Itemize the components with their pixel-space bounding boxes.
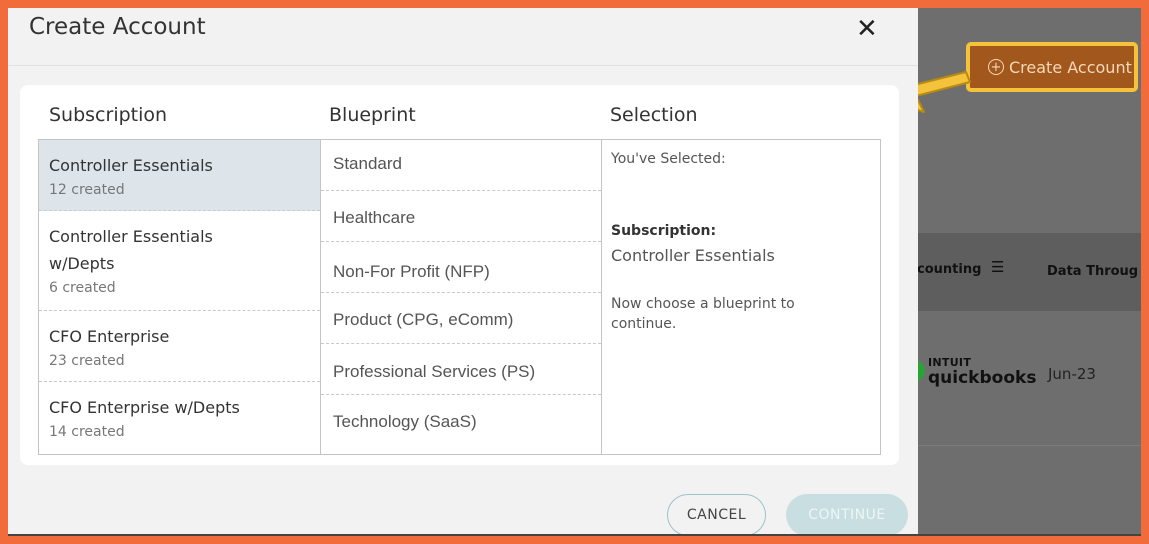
title-divider <box>8 65 918 66</box>
screenshot-frame: counting ☰ Data Throug INTUIT quickbooks… <box>8 8 1141 536</box>
column-header-data-through[interactable]: Data Throug <box>1047 264 1138 279</box>
selection-subscription-label: Subscription: <box>611 223 717 239</box>
subscription-item-controller-essentials[interactable]: Controller Essentials 12 created <box>39 140 320 211</box>
subscription-name: CFO Enterprise <box>49 327 170 346</box>
table-row-divider <box>913 445 1141 446</box>
blueprint-item-product[interactable]: Product (CPG, eComm) <box>321 293 601 344</box>
column-header-accounting[interactable]: counting <box>917 262 981 277</box>
blueprint-item-nfp[interactable]: Non-For Profit (NFP) <box>321 242 601 293</box>
data-through-value: Jun-23 <box>1048 365 1096 383</box>
modal-title: Create Account <box>29 14 206 40</box>
create-account-button[interactable]: + Create Account <box>966 42 1138 92</box>
subscription-name: Controller Essentials w/Depts <box>49 227 213 273</box>
selection-column-header: Selection <box>610 104 698 126</box>
subscription-item-cfo-enterprise-depts[interactable]: CFO Enterprise w/Depts 14 created <box>39 382 320 454</box>
subscription-item-controller-essentials-depts[interactable]: Controller Essentials w/Depts 6 created <box>39 211 320 311</box>
plus-circle-icon: + <box>988 59 1004 75</box>
subscription-count: 23 created <box>49 353 125 369</box>
selection-intro: You've Selected: <box>611 151 726 167</box>
cancel-button[interactable]: CANCEL <box>667 494 766 536</box>
selection-table: Controller Essentials 12 created Control… <box>38 139 881 455</box>
quickbooks-logo-text: quickbooks <box>928 368 1037 388</box>
selection-hint: Now choose a blueprint to continue. <box>611 296 795 332</box>
subscription-count: 6 created <box>49 280 116 296</box>
column-divider <box>601 140 602 454</box>
bottom-edge <box>8 534 1141 536</box>
blueprint-item-professional-services[interactable]: Professional Services (PS) <box>321 344 601 395</box>
subscription-name: CFO Enterprise w/Depts <box>49 398 240 417</box>
subscription-count: 12 created <box>49 182 125 198</box>
blueprint-column-header: Blueprint <box>329 104 416 126</box>
blueprint-list: Standard Healthcare Non-For Profit (NFP)… <box>321 140 601 446</box>
filter-icon[interactable]: ☰ <box>991 258 1004 276</box>
blueprint-item-technology[interactable]: Technology (SaaS) <box>321 395 601 446</box>
close-icon[interactable]: ✕ <box>856 14 878 44</box>
create-account-modal: Create Account ✕ Subscription Blueprint … <box>8 8 918 536</box>
subscription-list: Controller Essentials 12 created Control… <box>39 140 320 454</box>
selection-subscription-value: Controller Essentials <box>611 246 775 265</box>
continue-button[interactable]: CONTINUE <box>786 494 908 536</box>
create-account-label: Create Account <box>1009 57 1132 77</box>
blueprint-item-healthcare[interactable]: Healthcare <box>321 191 601 242</box>
subscription-item-cfo-enterprise[interactable]: CFO Enterprise 23 created <box>39 311 320 382</box>
subscription-column-header: Subscription <box>49 104 168 126</box>
subscription-count: 14 created <box>49 424 125 440</box>
blueprint-item-standard[interactable]: Standard <box>321 140 601 191</box>
subscription-name: Controller Essentials <box>49 156 213 175</box>
